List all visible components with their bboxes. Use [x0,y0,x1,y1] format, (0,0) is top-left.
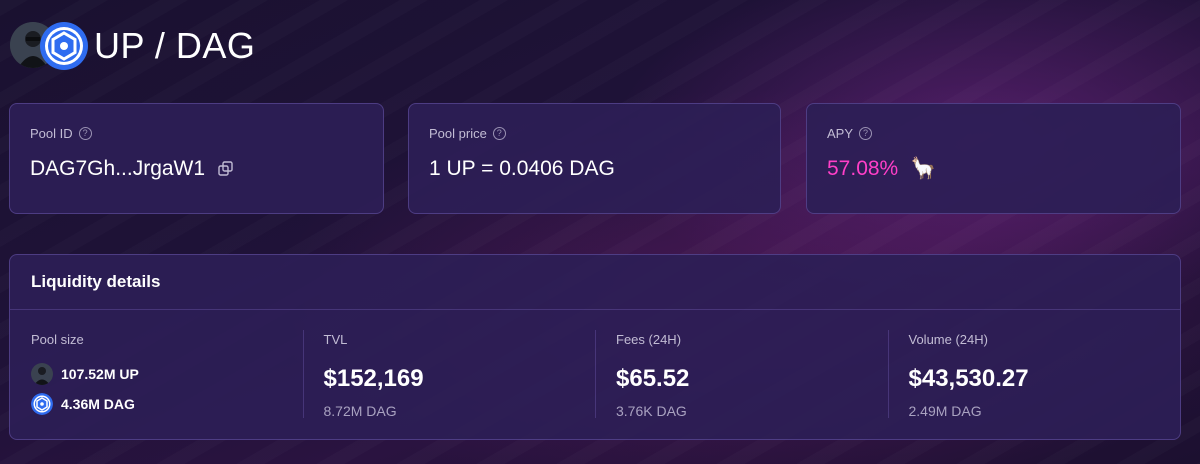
pool-size-up-row: 107.52M UP [31,363,282,385]
apy-label: APY [827,126,854,141]
volume-value: $43,530.27 [908,365,1029,392]
llama-icon: 🦙 [910,157,937,180]
pool-size-dag-row: 4.36M DAG [31,393,282,415]
fees-label: Fees (24H) [616,332,682,347]
pair-avatars [8,20,88,72]
pool-price-label-row: Pool price ? [429,126,760,141]
pool-id-value: DAG7Gh...JrgaW1 [30,157,206,180]
pool-size-up-value: 107.52M UP [61,366,139,382]
apy-value-row: 57.08% 🦙 [827,157,1160,181]
dag-token-icon [31,393,53,415]
liquidity-details-title: Liquidity details [10,255,1180,310]
tvl-label: TVL [323,332,348,347]
help-icon[interactable]: ? [78,127,92,140]
pool-price-card: Pool price ? 1 UP = 0.0406 DAG [408,103,781,214]
apy-label-row: APY ? [827,126,1160,141]
help-icon[interactable]: ? [859,127,873,140]
volume-label: Volume (24H) [908,332,988,347]
pool-id-label: Pool ID [30,126,73,141]
tvl-column: TVL $152,169 8.72M DAG [302,310,596,440]
tvl-sub-value: 8.72M DAG [323,403,397,419]
apy-card: APY ? 57.08% 🦙 [806,103,1181,214]
tvl-value: $152,169 [323,365,424,392]
pair-header: UP / DAG [8,20,255,72]
up-token-icon [31,363,53,385]
apy-value: 57.08% [827,157,899,180]
volume-column: Volume (24H) $43,530.27 2.49M DAG [887,310,1181,440]
volume-sub-value: 2.49M DAG [908,403,982,419]
pool-size-dag-value: 4.36M DAG [61,396,135,412]
copy-icon[interactable] [217,160,235,178]
liquidity-columns: Pool size 107.52M UP 4.36M DAG TVL $152,… [10,310,1180,440]
pool-price-value-row: 1 UP = 0.0406 DAG [429,157,760,181]
pool-price-label: Pool price [429,126,487,141]
help-icon[interactable]: ? [492,127,506,140]
pool-price-value: 1 UP = 0.0406 DAG [429,157,615,180]
pair-title: UP / DAG [94,25,256,66]
fees-sub-value: 3.76K DAG [616,403,687,419]
pool-id-label-row: Pool ID ? [30,126,363,141]
dag-token-avatar [40,22,88,70]
liquidity-details-panel: Liquidity details Pool size 107.52M UP 4… [9,254,1181,440]
pool-size-column: Pool size 107.52M UP 4.36M DAG [10,310,303,440]
pool-id-card: Pool ID ? DAG7Gh...JrgaW1 [9,103,384,214]
pool-size-label: Pool size [31,332,84,347]
pool-id-value-row: DAG7Gh...JrgaW1 [30,157,363,181]
fees-value: $65.52 [616,365,690,392]
fees-column: Fees (24H) $65.52 3.76K DAG [595,310,888,440]
